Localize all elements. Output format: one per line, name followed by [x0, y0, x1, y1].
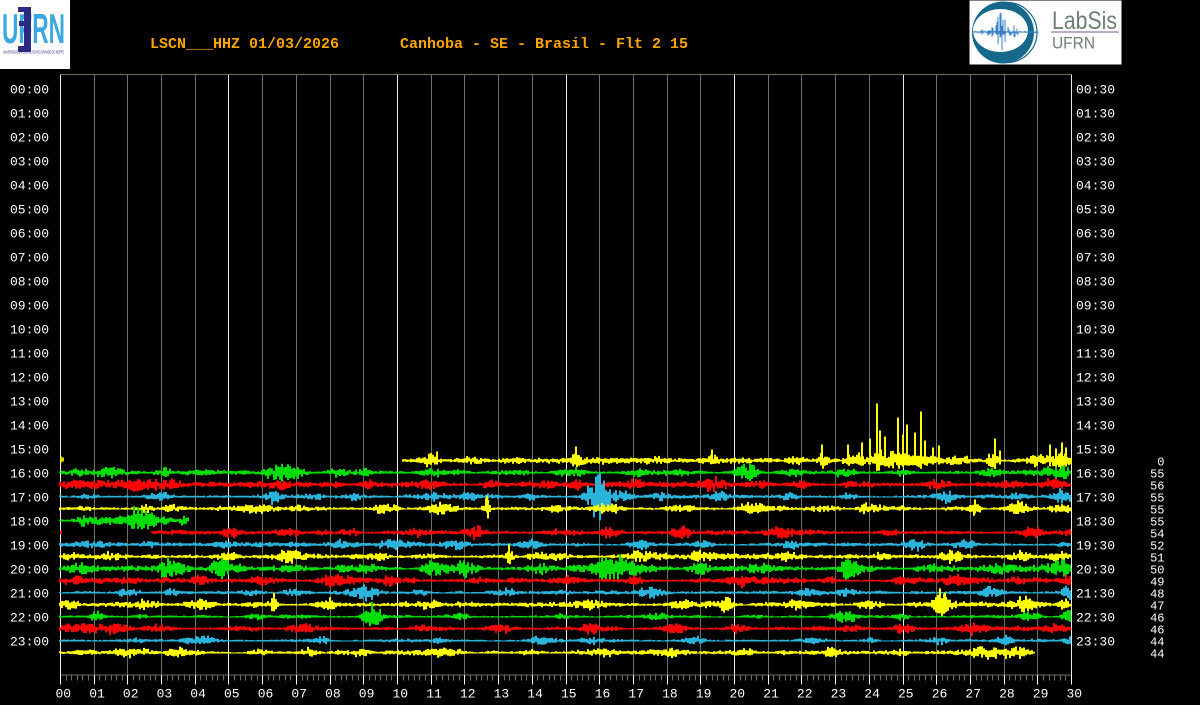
svg-text:00:00: 00:00	[10, 83, 49, 98]
svg-text:UFRN: UFRN	[2, 5, 65, 52]
svg-text:19: 19	[696, 687, 712, 702]
svg-text:20:30: 20:30	[1076, 563, 1115, 578]
svg-text:08:30: 08:30	[1076, 275, 1115, 290]
svg-text:21:00: 21:00	[10, 587, 49, 602]
svg-text:09:30: 09:30	[1076, 299, 1115, 314]
svg-text:20:00: 20:00	[10, 563, 49, 578]
svg-text:16:00: 16:00	[10, 467, 49, 482]
svg-text:01:30: 01:30	[1076, 107, 1115, 122]
svg-text:30: 30	[1066, 687, 1082, 702]
svg-text:15:30: 15:30	[1076, 443, 1115, 458]
svg-text:14: 14	[527, 687, 543, 702]
svg-text:03:30: 03:30	[1076, 155, 1115, 170]
svg-text:08: 08	[325, 687, 341, 702]
svg-text:10: 10	[392, 687, 408, 702]
svg-text:19:30: 19:30	[1076, 539, 1115, 554]
svg-text:29: 29	[1033, 687, 1049, 702]
svg-text:UNIVERSIDADE FEDERAL DO RIO GR: UNIVERSIDADE FEDERAL DO RIO GRANDE DO NO…	[3, 50, 64, 55]
svg-text:07:00: 07:00	[10, 251, 49, 266]
svg-text:00:30: 00:30	[1076, 83, 1115, 98]
svg-text:21: 21	[763, 687, 779, 702]
svg-text:12:00: 12:00	[10, 371, 49, 386]
svg-text:06:00: 06:00	[10, 227, 49, 242]
svg-text:22:00: 22:00	[10, 611, 49, 626]
svg-text:12: 12	[460, 687, 476, 702]
svg-text:15: 15	[561, 687, 577, 702]
svg-text:18:30: 18:30	[1076, 515, 1115, 530]
svg-text:09:00: 09:00	[10, 299, 49, 314]
svg-text:13:30: 13:30	[1076, 395, 1115, 410]
svg-text:06:30: 06:30	[1076, 227, 1115, 242]
svg-text:26: 26	[932, 687, 948, 702]
svg-text:03: 03	[157, 687, 173, 702]
svg-text:11: 11	[426, 687, 442, 702]
svg-text:UFRN: UFRN	[1052, 34, 1095, 53]
svg-text:17:30: 17:30	[1076, 491, 1115, 506]
svg-text:10:00: 10:00	[10, 323, 49, 338]
svg-text:07:30: 07:30	[1076, 251, 1115, 266]
svg-text:02:30: 02:30	[1076, 131, 1115, 146]
svg-text:21:30: 21:30	[1076, 587, 1115, 602]
svg-text:13: 13	[494, 687, 510, 702]
svg-text:24: 24	[864, 687, 880, 702]
svg-text:09: 09	[359, 687, 375, 702]
svg-text:16:30: 16:30	[1076, 467, 1115, 482]
svg-text:19:00: 19:00	[10, 539, 49, 554]
svg-text:14:00: 14:00	[10, 419, 49, 434]
svg-text:28: 28	[999, 687, 1015, 702]
svg-text:01:00: 01:00	[10, 107, 49, 122]
svg-text:12:30: 12:30	[1076, 371, 1115, 386]
svg-text:17:00: 17:00	[10, 491, 49, 506]
svg-text:02:00: 02:00	[10, 131, 49, 146]
svg-text:LabSis: LabSis	[1052, 7, 1117, 35]
svg-text:03:00: 03:00	[10, 155, 49, 170]
svg-text:10:30: 10:30	[1076, 323, 1115, 338]
svg-text:08:00: 08:00	[10, 275, 49, 290]
svg-text:07: 07	[291, 687, 307, 702]
svg-text:Canhoba - SE - Brasil - Flt 2: Canhoba - SE - Brasil - Flt 2 15	[400, 36, 688, 53]
svg-text:23: 23	[831, 687, 847, 702]
svg-text:04: 04	[190, 687, 206, 702]
svg-text:15:00: 15:00	[10, 443, 49, 458]
svg-text:04:00: 04:00	[10, 179, 49, 194]
svg-text:16: 16	[595, 687, 611, 702]
svg-text:18: 18	[662, 687, 678, 702]
svg-text:20: 20	[729, 687, 745, 702]
svg-text:05:30: 05:30	[1076, 203, 1115, 218]
svg-text:44: 44	[1150, 647, 1164, 661]
svg-text:04:30: 04:30	[1076, 179, 1115, 194]
svg-text:01: 01	[89, 687, 105, 702]
svg-text:18:00: 18:00	[10, 515, 49, 530]
svg-text:00: 00	[55, 687, 71, 702]
svg-text:11:00: 11:00	[10, 347, 49, 362]
svg-text:02: 02	[123, 687, 139, 702]
svg-text:22:30: 22:30	[1076, 611, 1115, 626]
svg-text:22: 22	[797, 687, 813, 702]
svg-text:05:00: 05:00	[10, 203, 49, 218]
svg-text:14:30: 14:30	[1076, 419, 1115, 434]
svg-text:23:30: 23:30	[1076, 635, 1115, 650]
svg-text:17: 17	[628, 687, 644, 702]
svg-text:06: 06	[258, 687, 274, 702]
svg-text:23:00: 23:00	[10, 635, 49, 650]
svg-text:25: 25	[898, 687, 914, 702]
svg-text:27: 27	[965, 687, 981, 702]
svg-text:13:00: 13:00	[10, 395, 49, 410]
svg-text:11:30: 11:30	[1076, 347, 1115, 362]
svg-text:05: 05	[224, 687, 240, 702]
svg-text:LSCN___HHZ 01/03/2026: LSCN___HHZ 01/03/2026	[150, 36, 339, 53]
